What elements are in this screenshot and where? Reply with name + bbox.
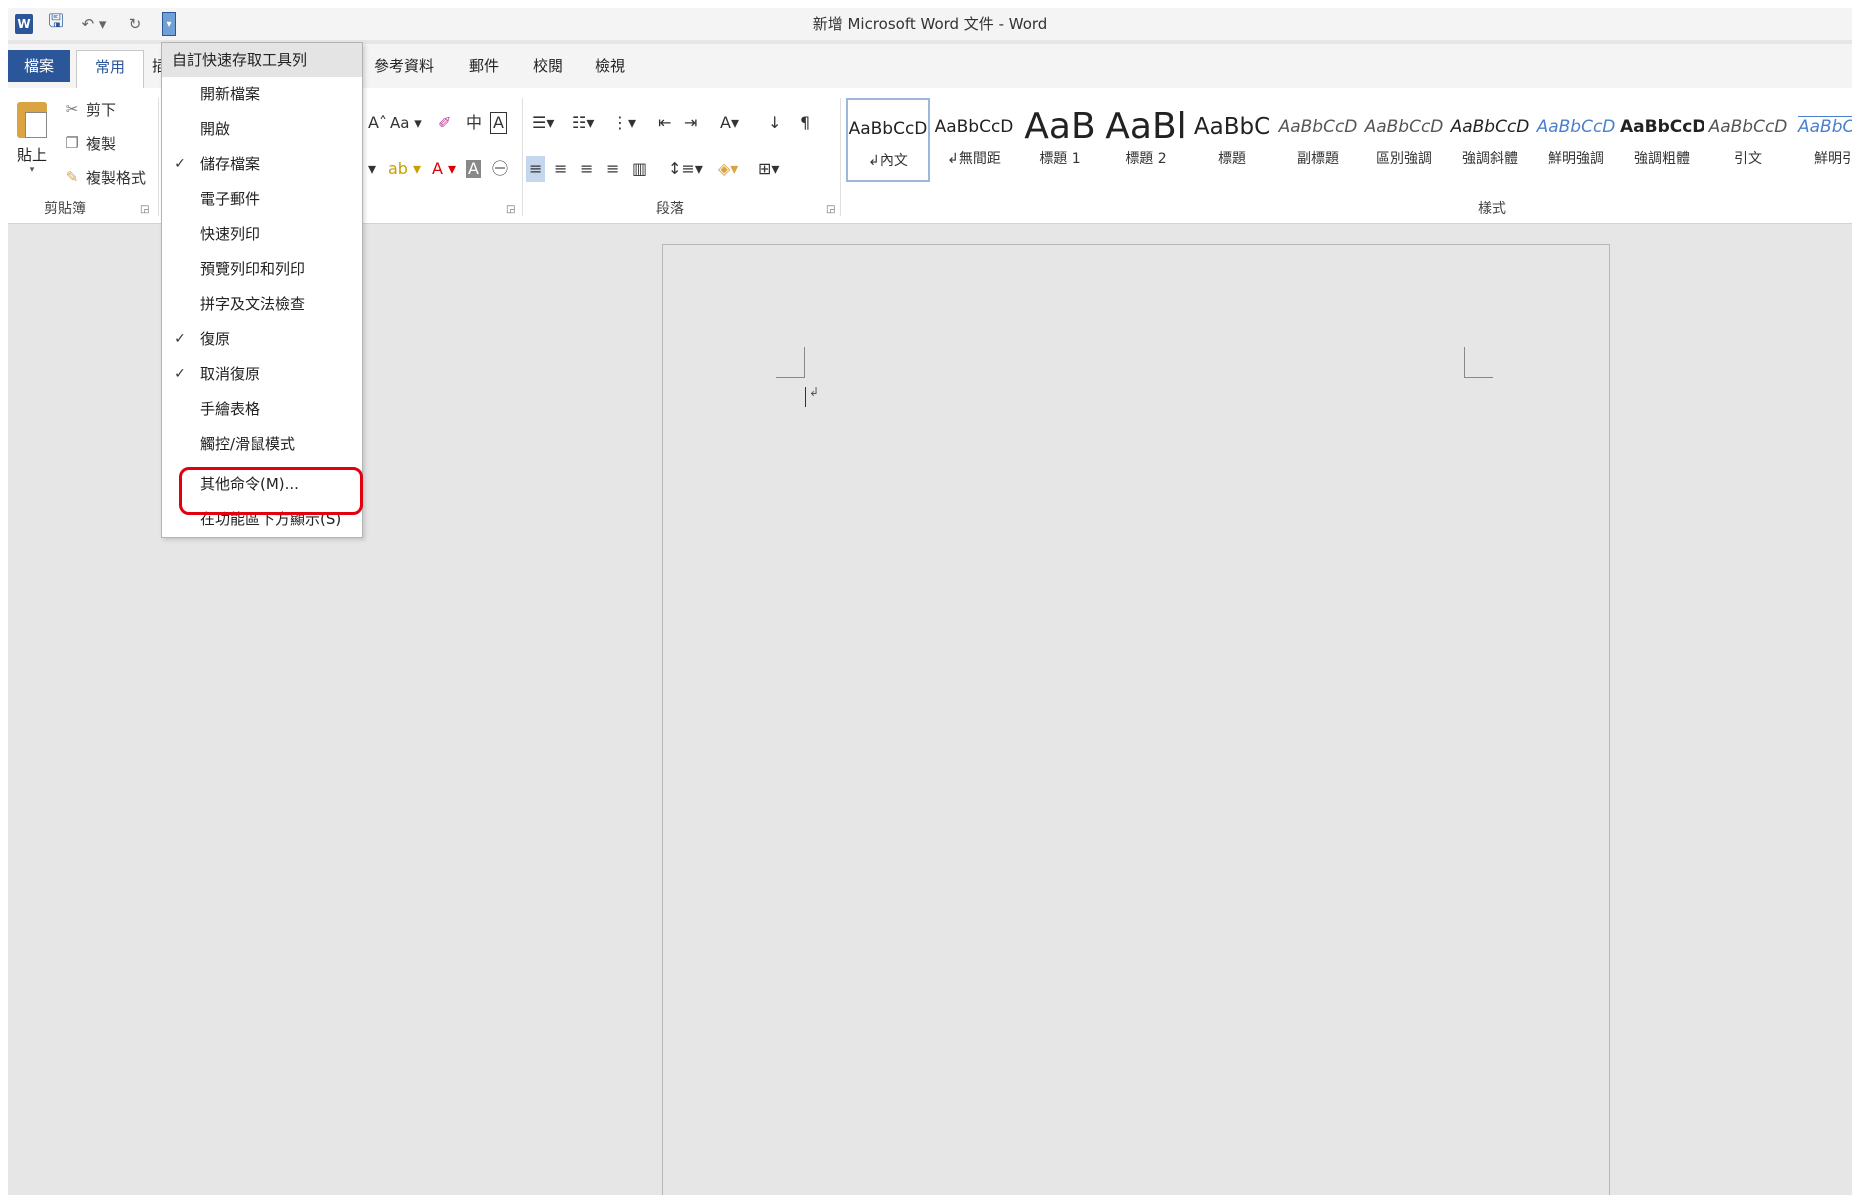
char-border-icon[interactable]: A: [490, 112, 507, 134]
shading-icon[interactable]: ◈▾: [718, 156, 738, 182]
styles-group-label: 樣式: [1478, 201, 1506, 217]
menu-item-touch-mode[interactable]: 觸控/滑鼠模式: [162, 427, 362, 462]
style-heading-2[interactable]: AaBl 標題 2: [1104, 98, 1188, 182]
title-bar: W 🖫 ↶ ▾ ↻ ▾ 新增 Microsoft Word 文件 - Word: [8, 8, 1852, 40]
tab-review[interactable]: 校閱: [526, 50, 570, 82]
menu-item-print-preview[interactable]: 預覽列印和列印: [162, 252, 362, 287]
copy-button[interactable]: ❐ 複製: [62, 130, 116, 156]
tab-view[interactable]: 檢視: [588, 50, 632, 82]
paste-label: 貼上: [16, 146, 47, 164]
clipboard-launcher-icon[interactable]: ◲: [140, 204, 149, 215]
menu-item-save[interactable]: ✓ 儲存檔案: [162, 147, 362, 182]
format-painter-button[interactable]: ✎ 複製格式: [62, 164, 146, 190]
style-normal[interactable]: AaBbCcD ↲內文: [846, 98, 930, 182]
crop-mark-right: [1464, 347, 1493, 378]
style-strong[interactable]: AaBbCcD 強調粗體: [1620, 98, 1704, 182]
increase-indent-icon[interactable]: ⇥: [684, 110, 697, 136]
window-title: 新增 Microsoft Word 文件 - Word: [812, 15, 1048, 33]
styles-gallery: AaBbCcD ↲內文 AaBbCcD ↲無間距 AaB 標題 1 AaBl 標題 2 …: [846, 98, 1852, 184]
numbering-icon[interactable]: ☷▾: [572, 110, 594, 136]
char-shading-icon[interactable]: A: [466, 160, 481, 178]
multilevel-list-icon[interactable]: ⋮▾: [612, 110, 636, 136]
menu-item-spelling[interactable]: 拼字及文法檢查: [162, 287, 362, 322]
group-divider: [522, 98, 523, 216]
sort-icon[interactable]: ↓: [768, 110, 781, 136]
enclose-char-icon[interactable]: ㊀: [492, 156, 508, 182]
align-left-icon[interactable]: ≡: [526, 156, 546, 182]
check-icon: ✓: [174, 156, 186, 172]
style-subtle-emphasis[interactable]: AaBbCcD 區別強調: [1362, 98, 1446, 182]
align-center-icon[interactable]: ≡: [554, 156, 567, 182]
scissors-icon: ✂: [65, 100, 79, 118]
menu-item-open[interactable]: 開啟: [162, 112, 362, 147]
copy-icon: ❐: [65, 134, 79, 152]
cut-label: 剪下: [86, 100, 117, 119]
clear-format-icon[interactable]: ✐: [438, 110, 451, 136]
decrease-indent-icon[interactable]: ⇤: [658, 110, 671, 136]
justify-icon[interactable]: ≡: [606, 156, 619, 182]
style-title[interactable]: AaBbC 標題: [1190, 98, 1274, 182]
distributed-icon[interactable]: ▥: [632, 156, 647, 182]
check-icon: ✓: [174, 366, 186, 382]
chevron-down-icon[interactable]: ▾: [368, 156, 376, 182]
menu-item-show-below-ribbon[interactable]: 在功能區下方顯示(S): [162, 502, 362, 537]
style-no-spacing[interactable]: AaBbCcD ↲無間距: [932, 98, 1016, 182]
group-divider: [158, 98, 159, 216]
menu-item-undo[interactable]: ✓ 復原: [162, 322, 362, 357]
borders-icon[interactable]: ⊞▾: [758, 156, 779, 182]
copy-label: 複製: [86, 134, 117, 153]
menu-item-more-commands[interactable]: 其他命令(M)...: [162, 467, 362, 502]
document-page[interactable]: ↲: [662, 244, 1610, 1195]
paragraph-mark-icon: ↲: [809, 385, 820, 399]
brush-icon: ✎: [65, 168, 79, 186]
bullets-icon[interactable]: ☰▾: [532, 110, 554, 136]
change-case-button[interactable]: Aa ▾: [390, 110, 422, 136]
line-spacing-icon[interactable]: ↕≡▾: [668, 156, 703, 182]
style-heading-1[interactable]: AaB 標題 1: [1018, 98, 1102, 182]
align-right-icon[interactable]: ≡: [580, 156, 593, 182]
cut-button[interactable]: ✂ 剪下: [62, 96, 116, 122]
tab-mailings[interactable]: 郵件: [462, 50, 506, 82]
asian-layout-icon[interactable]: A▾: [720, 110, 739, 136]
menu-item-new[interactable]: 開新檔案: [162, 77, 362, 112]
highlight-icon[interactable]: ab ▾: [388, 156, 421, 182]
style-emphasis[interactable]: AaBbCcD 強調斜體: [1448, 98, 1532, 182]
crop-mark-left: [776, 347, 805, 378]
menu-item-draw-table[interactable]: 手繪表格: [162, 392, 362, 427]
group-divider: [840, 98, 841, 216]
style-quote[interactable]: AaBbCcD 引文: [1706, 98, 1790, 182]
word-window: W 🖫 ↶ ▾ ↻ ▾ 新增 Microsoft Word 文件 - Word …: [8, 8, 1852, 1195]
paragraph-group-label: 段落: [656, 201, 684, 217]
menu-item-redo[interactable]: ✓ 取消復原: [162, 357, 362, 392]
customize-qat-menu: 自訂快速存取工具列 開新檔案 開啟 ✓ 儲存檔案 電子郵件 快速列印 預覽列印和列…: [161, 42, 363, 538]
menu-item-email[interactable]: 電子郵件: [162, 182, 362, 217]
clipboard-icon: [17, 102, 47, 138]
menu-header: 自訂快速存取工具列: [162, 43, 362, 77]
font-launcher-icon[interactable]: ◲: [506, 204, 515, 215]
font-grow-icon[interactable]: A˄: [368, 110, 387, 136]
style-subtitle[interactable]: AaBbCcD 副標題: [1276, 98, 1360, 182]
style-intense-quote[interactable]: AaBbC 鮮明引: [1792, 98, 1852, 182]
paste-button[interactable]: 貼上 ▾: [14, 96, 50, 186]
tab-file[interactable]: 檔案: [8, 50, 70, 82]
check-icon: ✓: [174, 331, 186, 347]
chevron-down-icon: ▾: [29, 165, 35, 175]
menu-item-quick-print[interactable]: 快速列印: [162, 217, 362, 252]
tab-home[interactable]: 常用: [76, 50, 144, 88]
show-marks-icon[interactable]: ¶: [800, 110, 810, 136]
clipboard-group-label: 剪貼簿: [44, 201, 86, 217]
tab-references[interactable]: 參考資料: [368, 50, 440, 82]
style-intense-emphasis[interactable]: AaBbCcD 鮮明強調: [1534, 98, 1618, 182]
text-cursor: [805, 387, 806, 407]
phonetic-guide-icon[interactable]: 中: [466, 110, 482, 136]
format-painter-label: 複製格式: [86, 168, 147, 187]
font-color-icon[interactable]: A ▾: [432, 156, 456, 182]
paragraph-launcher-icon[interactable]: ◲: [826, 204, 835, 215]
